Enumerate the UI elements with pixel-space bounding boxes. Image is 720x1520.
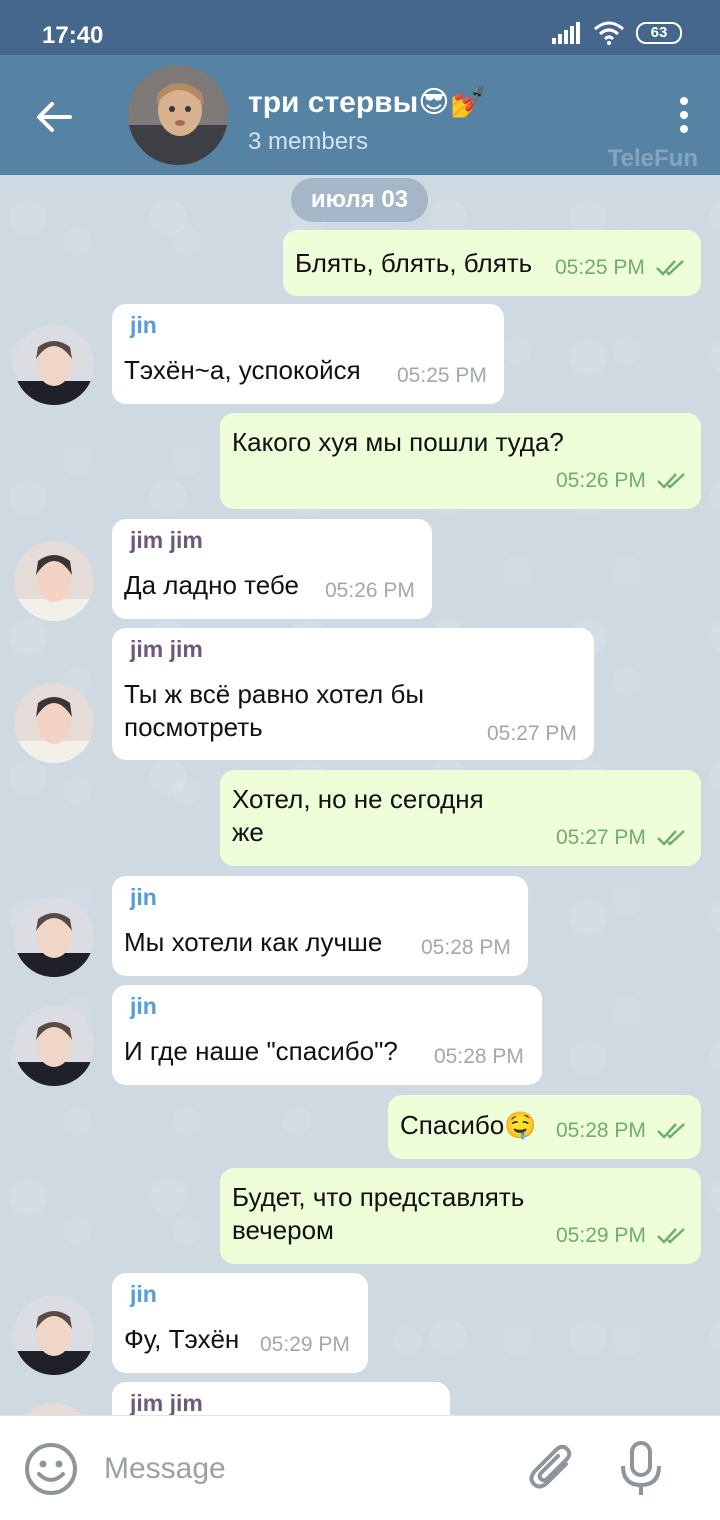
message-time: 05:28 PM bbox=[556, 1119, 646, 1142]
message-bubble[interactable]: jin И где наше "спасибо"? 05:28 PM bbox=[112, 985, 542, 1085]
message-time: 05:29 PM bbox=[556, 1224, 646, 1247]
message-text: Блять, блять, блять bbox=[295, 248, 533, 278]
double-check-icon bbox=[656, 1123, 685, 1140]
double-check-icon bbox=[656, 830, 685, 847]
chat-area[interactable]: июля 03 Блять, блять, блять 05:25 PM jin… bbox=[0, 175, 720, 1415]
message-text: Да ладно тебе bbox=[124, 570, 299, 600]
double-check-icon bbox=[655, 260, 684, 277]
message-time: 05:26 PM bbox=[556, 469, 646, 492]
avatar[interactable] bbox=[14, 1403, 94, 1415]
message-text: Хотел, но не сегодня bbox=[232, 784, 484, 814]
message-time: 05:27 PM bbox=[556, 826, 646, 849]
status-time: 17:40 bbox=[42, 22, 104, 49]
members-count: 3 members bbox=[248, 128, 369, 155]
message-bubble[interactable]: jin Тэхён~а, успокойся 05:25 PM bbox=[112, 304, 504, 404]
date-separator: июля 03 bbox=[291, 178, 428, 222]
message-time: 05:29 PM bbox=[260, 1333, 350, 1356]
message-bubble[interactable]: jim jim Да ладно тебе 05:26 PM bbox=[112, 519, 432, 619]
message-bubble[interactable]: Будет, что представлять вечером 05:29 PM bbox=[220, 1168, 701, 1264]
message-time: 05:27 PM bbox=[487, 722, 577, 745]
group-avatar[interactable] bbox=[128, 65, 228, 165]
message-bubble[interactable]: jin Мы хотели как лучше 05:28 PM bbox=[112, 876, 528, 976]
back-arrow-icon[interactable] bbox=[30, 93, 78, 141]
emoji-icon[interactable] bbox=[24, 1442, 78, 1496]
chat-title[interactable]: три стервы😎💅 bbox=[248, 85, 487, 120]
sender-name[interactable]: jin bbox=[130, 312, 157, 339]
sender-name[interactable]: jim jim bbox=[130, 1390, 203, 1415]
double-check-icon bbox=[656, 473, 685, 490]
mic-icon[interactable] bbox=[618, 1440, 664, 1498]
avatar[interactable] bbox=[14, 1295, 94, 1375]
message-bubble[interactable]: Какого хуя мы пошли туда? 05:26 PM bbox=[220, 413, 701, 509]
attach-icon[interactable] bbox=[526, 1442, 580, 1496]
message-bubble[interactable]: Блять, блять, блять 05:25 PM bbox=[283, 230, 701, 296]
sender-name[interactable]: jim jim bbox=[130, 636, 203, 663]
sender-name[interactable]: jin bbox=[130, 1281, 157, 1308]
message-bubble[interactable]: Хотел, но не сегодня же 05:27 PM bbox=[220, 770, 701, 866]
avatar[interactable] bbox=[14, 1006, 94, 1086]
sender-name[interactable]: jin bbox=[130, 884, 157, 911]
avatar[interactable] bbox=[14, 683, 94, 763]
message-text: Какого хуя мы пошли туда? bbox=[232, 427, 564, 457]
double-check-icon bbox=[656, 1228, 685, 1245]
message-text: Будет, что представлять bbox=[232, 1182, 525, 1212]
message-input[interactable]: Message bbox=[104, 1452, 226, 1486]
message-bubble[interactable]: Спасибо🤤 05:28 PM bbox=[388, 1095, 701, 1159]
message-composer: Message bbox=[0, 1415, 720, 1520]
message-text: И где наше "спасибо"? bbox=[124, 1036, 398, 1066]
message-time: 05:26 PM bbox=[325, 579, 415, 602]
message-text: вечером bbox=[232, 1215, 334, 1245]
wifi-icon bbox=[594, 21, 624, 45]
avatar[interactable] bbox=[14, 541, 94, 621]
avatar[interactable] bbox=[14, 325, 94, 405]
message-text: Спасибо🤤 bbox=[400, 1110, 537, 1140]
message-time: 05:25 PM bbox=[555, 256, 645, 279]
message-text: посмотреть bbox=[124, 712, 263, 742]
message-bubble[interactable]: jim jim Ты ж всё равно хотел бы посмотре… bbox=[112, 628, 594, 760]
sender-name[interactable]: jim jim bbox=[130, 527, 203, 554]
battery-icon: 63 bbox=[636, 22, 682, 44]
message-time: 05:28 PM bbox=[421, 936, 511, 959]
message-bubble[interactable]: jin Фу, Тэхён 05:29 PM bbox=[112, 1273, 368, 1373]
message-text: Мы хотели как лучше bbox=[124, 927, 383, 957]
more-vert-icon[interactable] bbox=[672, 95, 696, 135]
chat-header: три стервы😎💅 3 members TeleFun bbox=[0, 55, 720, 175]
sender-name[interactable]: jin bbox=[130, 993, 157, 1020]
signal-icon bbox=[552, 22, 580, 44]
message-bubble[interactable]: jim jim bbox=[112, 1382, 450, 1415]
message-text: Тэхён~а, успокойся bbox=[124, 355, 361, 385]
message-time: 05:28 PM bbox=[434, 1045, 524, 1068]
message-text: Фу, Тэхён bbox=[124, 1324, 240, 1354]
message-text: же bbox=[232, 817, 264, 847]
message-time: 05:25 PM bbox=[397, 364, 487, 387]
avatar[interactable] bbox=[14, 897, 94, 977]
watermark: TeleFun bbox=[607, 145, 698, 172]
message-text: Ты ж всё равно хотел бы bbox=[124, 679, 425, 709]
status-bar: 17:40 63 bbox=[0, 0, 720, 55]
